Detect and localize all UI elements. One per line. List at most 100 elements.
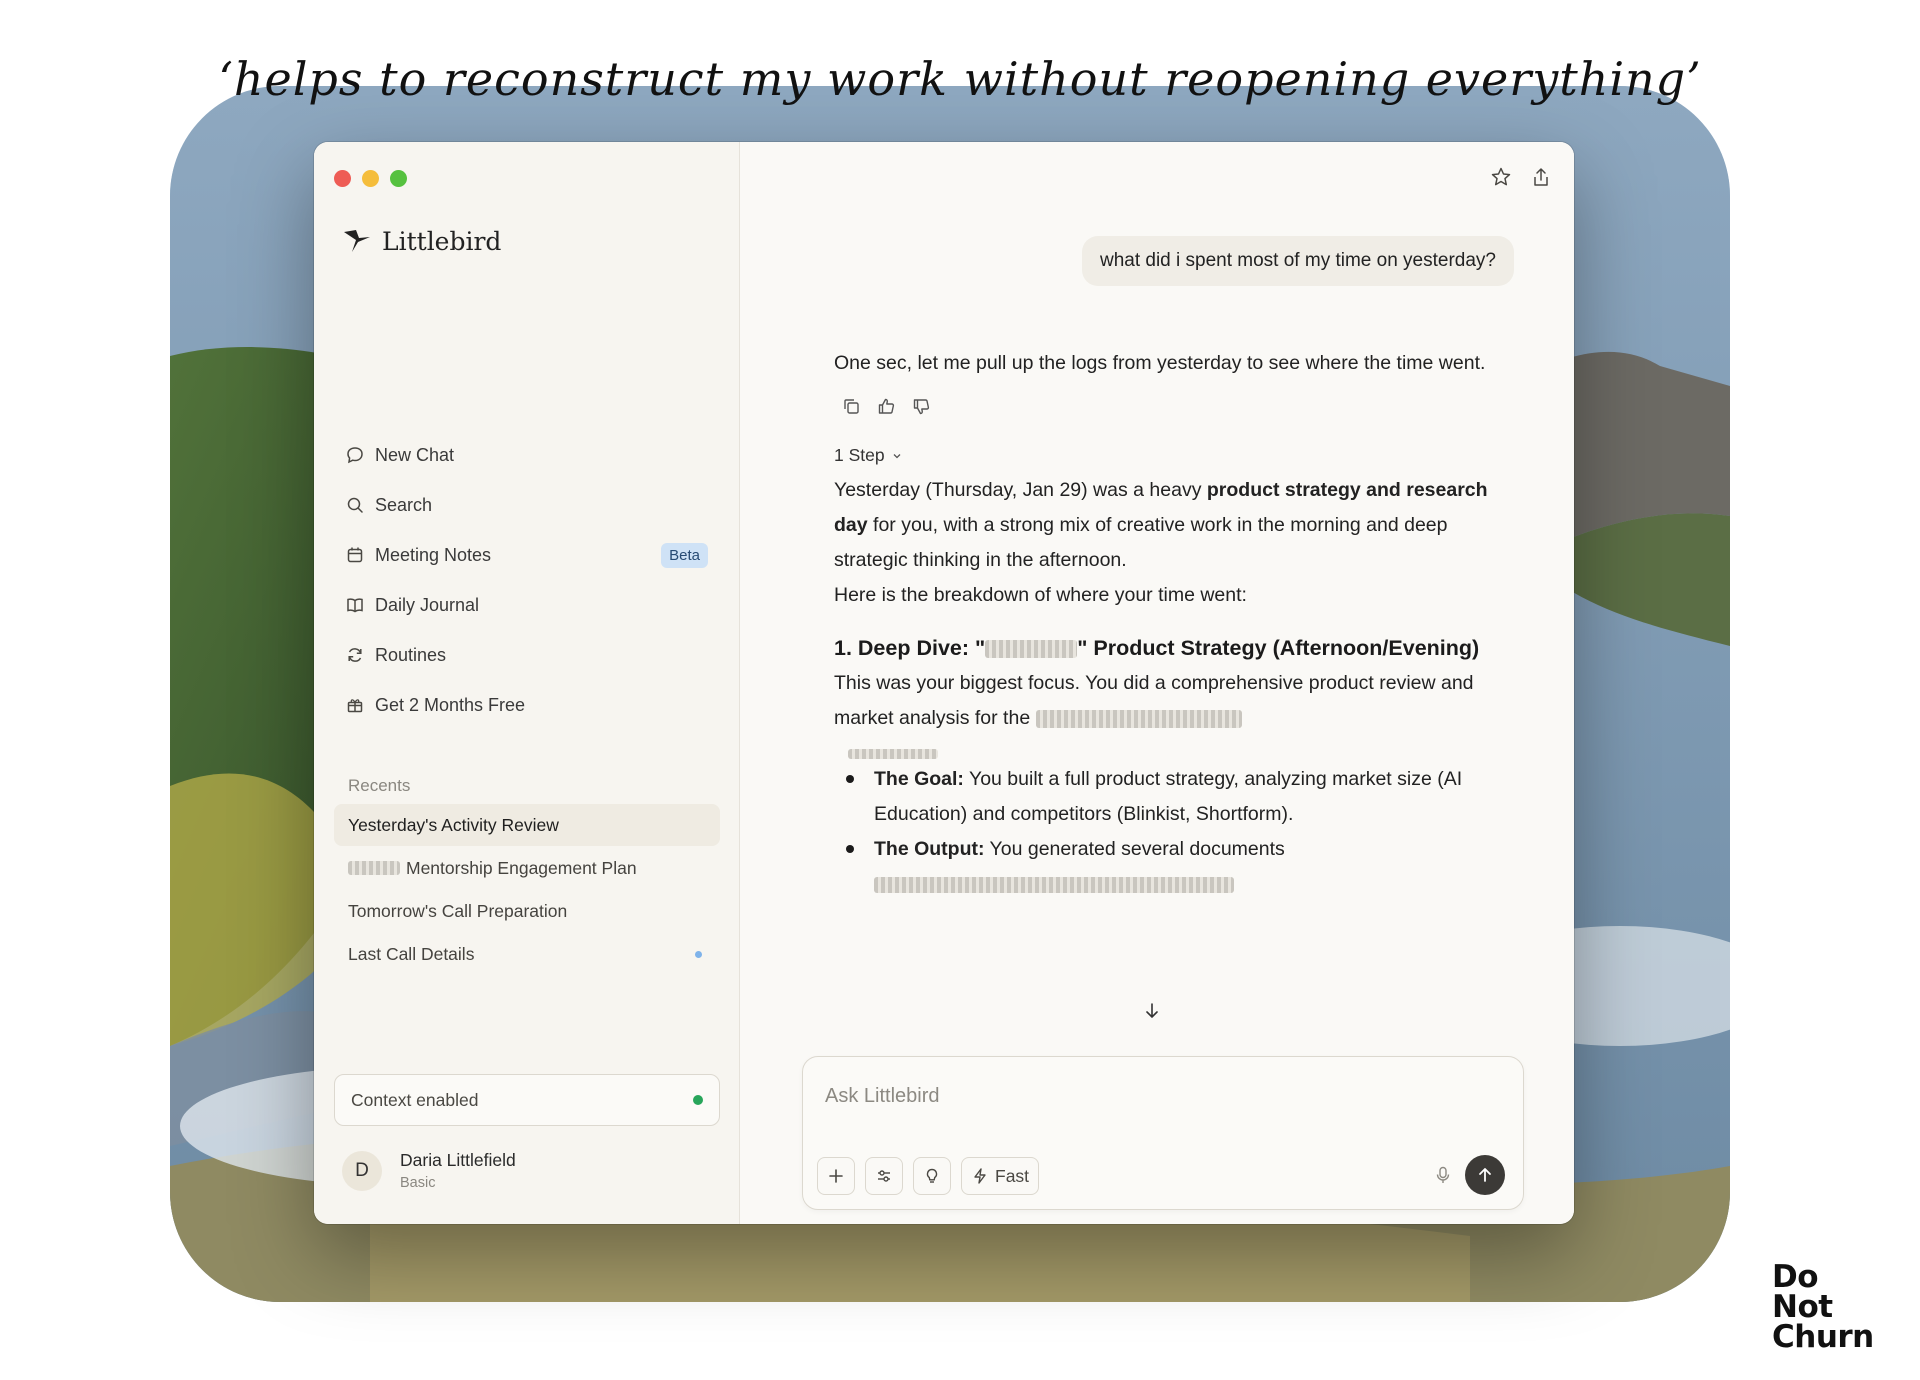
assistant-message: One sec, let me pull up the logs from ye… <box>834 346 1514 902</box>
recent-chat-label: Yesterday's Activity Review <box>348 814 559 835</box>
book-icon <box>347 598 363 613</box>
nav-label: Get 2 Months Free <box>375 694 526 715</box>
chat-bubble-icon <box>347 447 363 464</box>
scroll-down-icon[interactable] <box>1141 1000 1163 1022</box>
nav-label: Daily Journal <box>375 594 480 615</box>
unread-indicator <box>695 950 702 958</box>
thumbs-up-icon[interactable] <box>877 397 896 416</box>
message-actions <box>842 397 1514 416</box>
bullet-item: The Goal: You built a full product strat… <box>834 762 1514 832</box>
sliders-icon <box>878 1170 890 1182</box>
bullet-text: You generated several documents <box>984 838 1285 860</box>
lightbulb-icon <box>926 1168 938 1183</box>
minimize-window-button[interactable] <box>362 170 379 187</box>
send-button[interactable] <box>1465 1155 1505 1195</box>
mode-fast-button[interactable]: Fast <box>961 1157 1040 1195</box>
nav-new-chat[interactable]: New Chat <box>334 430 720 480</box>
section-heading-end: " Product Strategy (Afternoon/Evening) <box>1077 636 1480 660</box>
logo-line: Churn <box>1772 1319 1874 1355</box>
context-label: Context enabled <box>351 1089 479 1110</box>
settings-button[interactable] <box>865 1157 903 1195</box>
user-name: Daria Littlefield <box>400 1150 516 1170</box>
redacted-project-name <box>985 640 1078 659</box>
bullet-item: The Output: You generated several docume… <box>834 832 1514 902</box>
arrow-up-icon <box>1479 1168 1491 1182</box>
mode-label: Fast <box>995 1165 1030 1186</box>
ideas-button[interactable] <box>913 1157 951 1195</box>
recent-chat-item[interactable]: Yesterday's Activity Review <box>334 804 720 846</box>
step-toggle[interactable]: 1 Step <box>834 438 1514 473</box>
copy-icon[interactable] <box>842 397 861 416</box>
star-icon[interactable] <box>1490 166 1512 188</box>
step-label: 1 Step <box>834 445 885 465</box>
recents-list: Yesterday's Activity Review Mentorship E… <box>334 804 720 976</box>
user-message-bubble: what did i spent most of my time on yest… <box>1081 236 1514 286</box>
redacted-text <box>848 748 938 759</box>
maximize-window-button[interactable] <box>390 170 407 187</box>
logo-line: Do <box>1772 1259 1819 1295</box>
recent-chat-item[interactable]: Tomorrow's Call Preparation <box>334 890 720 932</box>
microphone-icon[interactable] <box>1433 1165 1453 1185</box>
avatar: D <box>342 1150 382 1191</box>
chevron-down-icon <box>893 453 901 458</box>
context-status-dot <box>693 1095 703 1105</box>
nav-routines[interactable]: Routines <box>334 630 720 680</box>
recents-heading: Recents <box>348 776 411 795</box>
ask-input[interactable] <box>825 1085 1485 1108</box>
plus-icon <box>829 1169 843 1183</box>
nav-get-free-months[interactable]: Get 2 Months Free <box>334 680 720 730</box>
redacted-name <box>348 861 400 875</box>
sidebar: Littlebird New Chat Search Meeting Notes… <box>314 142 740 1224</box>
composer-tools: Fast <box>817 1157 1040 1195</box>
calendar-icon <box>347 547 363 563</box>
section-heading-start: 1. Deep Dive: " <box>834 636 986 660</box>
nav-daily-journal[interactable]: Daily Journal <box>334 580 720 630</box>
nav-label: Search <box>375 494 433 515</box>
gift-icon <box>347 699 363 713</box>
user-plan: Basic <box>400 1175 436 1191</box>
thumbs-down-icon[interactable] <box>912 397 931 416</box>
assistant-intro: One sec, let me pull up the logs from ye… <box>834 352 1486 374</box>
recent-chat-item[interactable]: Mentorship Engagement Plan <box>334 847 720 889</box>
tagline: ‘helps to reconstruct my work without re… <box>218 52 1702 106</box>
share-icon[interactable] <box>1530 166 1552 188</box>
app-window: Littlebird New Chat Search Meeting Notes… <box>314 142 1574 1224</box>
app-name: Littlebird <box>382 226 502 256</box>
redacted-text <box>1035 709 1242 728</box>
brand: Littlebird <box>342 226 501 256</box>
section-heading: 1. Deep Dive: " " Product Strategy (After… <box>834 631 1514 666</box>
attach-button[interactable] <box>817 1157 855 1195</box>
recent-chat-label: Mentorship Engagement Plan <box>406 857 637 878</box>
logo-line: Not <box>1772 1289 1833 1325</box>
user-profile[interactable]: D Daria Littlefield Basic <box>342 1150 516 1191</box>
nav-label: New Chat <box>375 444 455 465</box>
top-toolbar <box>1490 166 1552 188</box>
summary-text-end: for you, with a strong mix of creative w… <box>834 514 1448 571</box>
close-window-button[interactable] <box>334 170 351 187</box>
redacted-line <box>848 736 1514 759</box>
nav-label: Routines <box>375 644 447 665</box>
summary-paragraph: Yesterday (Thursday, Jan 29) was a heavy… <box>834 473 1514 578</box>
composer: Fast <box>802 1056 1524 1210</box>
context-toggle[interactable]: Context enabled <box>334 1074 720 1126</box>
chat-panel: what did i spent most of my time on yest… <box>740 142 1574 1224</box>
recent-chat-label: Tomorrow's Call Preparation <box>348 900 568 921</box>
lightning-icon <box>974 1168 986 1184</box>
brand-logo: Do Not Churn <box>1772 1259 1874 1355</box>
recent-chat-label: Last Call Details <box>348 943 475 964</box>
recent-chat-item[interactable]: Last Call Details <box>334 933 720 975</box>
window-controls <box>334 170 407 187</box>
search-icon <box>347 497 363 513</box>
section-body: This was your biggest focus. You did a c… <box>834 666 1514 736</box>
sidebar-nav: New Chat Search Meeting Notes Beta Daily… <box>334 430 720 730</box>
refresh-icon <box>348 648 362 662</box>
beta-badge: Beta <box>661 542 708 568</box>
redacted-text <box>874 876 1234 893</box>
nav-label: Meeting Notes <box>375 544 492 565</box>
bullet-title: The Goal: <box>874 768 964 790</box>
bullet-title: The Output: <box>874 838 985 860</box>
nav-search[interactable]: Search <box>334 480 720 530</box>
summary-text-start: Yesterday (Thursday, Jan 29) was a heavy <box>834 479 1207 501</box>
nav-meeting-notes[interactable]: Meeting Notes Beta <box>334 530 720 580</box>
breakdown-bullets: The Goal: You built a full product strat… <box>834 762 1514 902</box>
